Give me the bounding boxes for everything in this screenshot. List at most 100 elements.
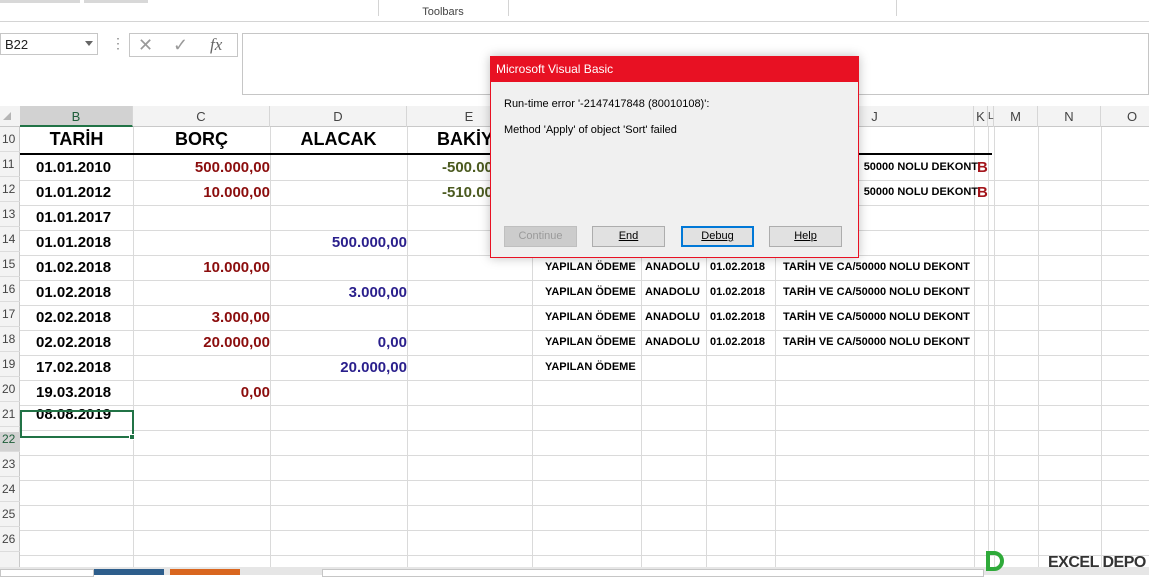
- row-header[interactable]: 26: [0, 532, 20, 552]
- cell-tarih[interactable]: 01.01.2017: [20, 205, 149, 230]
- sheet-tab[interactable]: [94, 569, 164, 575]
- cell-borc[interactable]: 0,00: [133, 380, 274, 405]
- row-header[interactable]: 13: [0, 207, 20, 227]
- row-header[interactable]: 15: [0, 257, 20, 277]
- cell-tarih[interactable]: 19.03.2018: [20, 380, 149, 405]
- logo-mark-icon: [986, 551, 1004, 571]
- cell-tarih[interactable]: 01.02.2018: [20, 255, 149, 280]
- cell-banka[interactable]: ANADOLU: [641, 305, 710, 330]
- cell-alacak[interactable]: 20.000,00: [270, 355, 411, 380]
- name-box[interactable]: B22: [0, 33, 98, 55]
- cell-dekont[interactable]: TARİH VE CA/50000 NOLU DEKONT: [775, 305, 982, 330]
- error-message-text: Method 'Apply' of object 'Sort' failed: [504, 124, 677, 136]
- row-header[interactable]: 20: [0, 382, 20, 402]
- column-header-k[interactable]: K: [974, 106, 988, 127]
- cell-borc[interactable]: 20.000,00: [133, 330, 274, 355]
- cell-tarih2[interactable]: 01.02.2018: [706, 280, 779, 305]
- row-header[interactable]: 10: [0, 132, 20, 152]
- cell-aciklama[interactable]: YAPILAN ÖDEME: [541, 280, 645, 305]
- cell-mark[interactable]: B: [977, 155, 991, 180]
- cell-tarih2[interactable]: 01.02.2018: [706, 330, 779, 355]
- ribbon-separator: [378, 0, 379, 16]
- logo-text: EXCEL DEPO: [1048, 554, 1146, 571]
- cell-dekont[interactable]: TARİH VE CA/50000 NOLU DEKONT: [775, 255, 982, 280]
- sheet-tab[interactable]: [0, 569, 94, 577]
- cell-borc[interactable]: 10.000,00: [133, 180, 274, 205]
- cell-aciklama[interactable]: YAPILAN ÖDEME: [541, 330, 645, 355]
- end-button[interactable]: End: [592, 226, 665, 247]
- column-header-n[interactable]: N: [1038, 106, 1101, 127]
- row-header[interactable]: 19: [0, 357, 20, 377]
- row-header[interactable]: 11: [0, 157, 20, 177]
- ribbon-tab-fragment: [84, 0, 148, 3]
- cell-borc[interactable]: 3.000,00: [133, 305, 274, 330]
- cell-tarih[interactable]: 17.02.2018: [20, 355, 149, 380]
- cell-aciklama[interactable]: YAPILAN ÖDEME: [541, 255, 645, 280]
- cancel-icon[interactable]: ✕: [138, 35, 153, 56]
- select-all-icon[interactable]: [3, 112, 11, 120]
- debug-button[interactable]: Debug: [681, 226, 754, 247]
- cell-dekont[interactable]: TARİH VE CA/50000 NOLU DEKONT: [775, 330, 982, 355]
- header-alacak[interactable]: ALACAK: [270, 127, 407, 152]
- ribbon-separator: [508, 0, 509, 16]
- cell-banka[interactable]: ANADOLU: [641, 255, 710, 280]
- row-header[interactable]: 14: [0, 232, 20, 252]
- column-header-c[interactable]: C: [133, 106, 270, 127]
- cell-tarih[interactable]: 01.01.2018: [20, 230, 149, 255]
- cell-aciklama[interactable]: YAPILAN ÖDEME: [541, 355, 645, 380]
- excel-depo-logo: EXCEL DEPO: [986, 549, 1149, 575]
- cell-borc[interactable]: 500.000,00: [133, 155, 274, 180]
- sheet-tab[interactable]: [170, 569, 240, 575]
- row-header[interactable]: 24: [0, 482, 20, 502]
- cell-tarih2[interactable]: 01.02.2018: [706, 305, 779, 330]
- active-cell-border[interactable]: [20, 410, 134, 438]
- row-header[interactable]: 17: [0, 307, 20, 327]
- row-header[interactable]: 12: [0, 182, 20, 202]
- row-header-selected[interactable]: 22: [0, 432, 20, 452]
- cell-aciklama[interactable]: YAPILAN ÖDEME: [541, 305, 645, 330]
- cell-tarih2[interactable]: 01.02.2018: [706, 255, 779, 280]
- sheet-tab-bar: [0, 567, 1149, 577]
- row-header-bar: 10 11 12 13 14 15 16 17 18 19 20 21 22 2…: [0, 127, 20, 575]
- toolbars-group-label: Toolbars: [422, 6, 464, 18]
- row-header[interactable]: 23: [0, 457, 20, 477]
- cell-dekont[interactable]: TARİH VE CA/50000 NOLU DEKONT: [775, 280, 982, 305]
- row-header[interactable]: 16: [0, 282, 20, 302]
- cell-tarih[interactable]: 02.02.2018: [20, 305, 149, 330]
- cell-mark[interactable]: B: [977, 180, 991, 205]
- fill-handle[interactable]: [129, 434, 135, 440]
- cell-tarih[interactable]: 02.02.2018: [20, 330, 149, 355]
- ribbon-separator: [896, 0, 897, 16]
- row-header[interactable]: 25: [0, 507, 20, 527]
- cell-tarih[interactable]: 01.01.2012: [20, 180, 149, 205]
- cell-borc[interactable]: 10.000,00: [133, 255, 274, 280]
- cell-tarih[interactable]: 01.02.2018: [20, 280, 149, 305]
- formula-buttons: ✕ ✓ fx: [129, 33, 238, 57]
- chevron-down-icon[interactable]: [85, 41, 93, 46]
- header-borc[interactable]: BORÇ: [133, 127, 270, 152]
- cell-banka[interactable]: ANADOLU: [641, 280, 710, 305]
- column-header-m[interactable]: M: [994, 106, 1038, 127]
- row-header[interactable]: 21: [0, 407, 20, 427]
- continue-button[interactable]: Continue: [504, 226, 577, 247]
- ribbon-tab-fragment: [0, 0, 80, 3]
- header-tarih[interactable]: TARİH: [20, 127, 133, 152]
- cell-alacak[interactable]: 0,00: [270, 330, 411, 355]
- help-button[interactable]: Help: [769, 226, 842, 247]
- enter-icon[interactable]: ✓: [173, 35, 188, 56]
- error-code-text: Run-time error '-2147417848 (80010108)':: [504, 98, 710, 110]
- more-options-icon[interactable]: ⋮: [111, 35, 125, 52]
- cell-banka[interactable]: ANADOLU: [641, 330, 710, 355]
- dialog-title[interactable]: Microsoft Visual Basic: [491, 57, 858, 82]
- column-header-d[interactable]: D: [270, 106, 407, 127]
- column-header-o[interactable]: O: [1101, 106, 1149, 127]
- vba-error-dialog: Microsoft Visual Basic Run-time error '-…: [490, 56, 859, 258]
- row-header[interactable]: 18: [0, 332, 20, 352]
- cell-tarih[interactable]: 01.01.2010: [20, 155, 149, 180]
- horizontal-scrollbar[interactable]: [322, 569, 984, 577]
- insert-function-icon[interactable]: fx: [210, 35, 222, 55]
- column-header-b[interactable]: B: [20, 106, 133, 127]
- ribbon-strip: Toolbars: [0, 0, 1149, 22]
- cell-alacak[interactable]: 3.000,00: [270, 280, 411, 305]
- cell-alacak[interactable]: 500.000,00: [270, 230, 411, 255]
